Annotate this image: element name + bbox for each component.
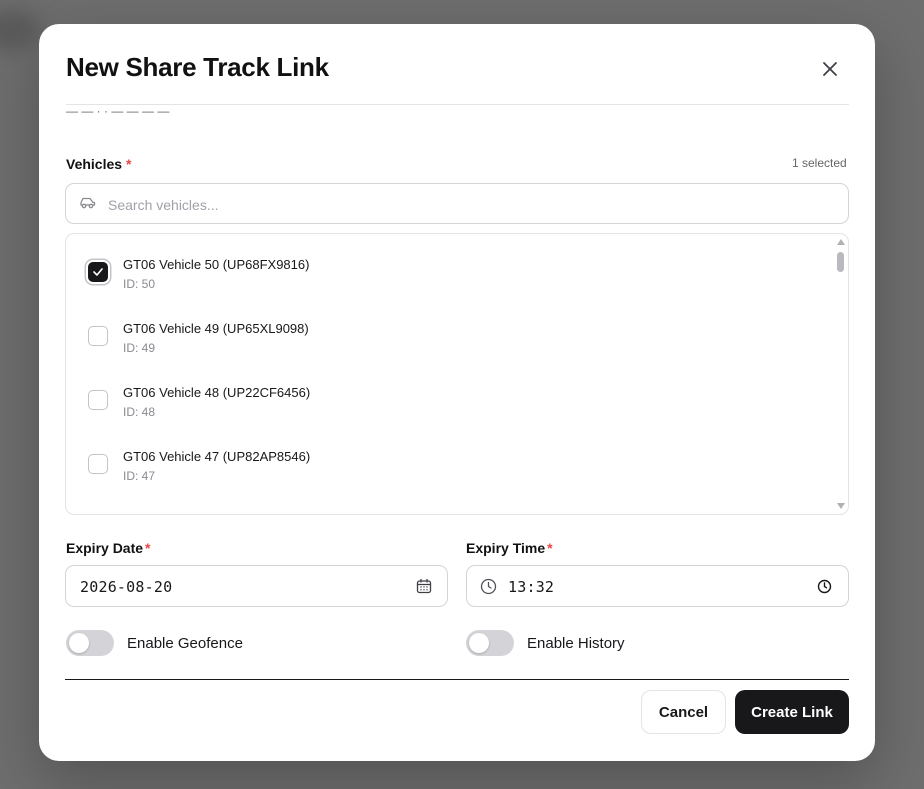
vehicle-id: ID: 47	[123, 469, 156, 483]
cancel-button[interactable]: Cancel	[641, 690, 726, 734]
vehicles-label-text: Vehicles	[66, 156, 123, 172]
required-mark: *	[126, 156, 132, 172]
scroll-down-arrow[interactable]	[837, 503, 845, 509]
vehicle-search-input[interactable]	[106, 184, 840, 225]
dialog-title: New Share Track Link	[66, 52, 329, 82]
toggle-knob	[469, 633, 489, 653]
vehicle-id: ID: 50	[123, 277, 156, 291]
vehicle-checkbox[interactable]	[88, 390, 108, 410]
vehicle-name: GT06 Vehicle 48 (UP22CF6456)	[123, 385, 311, 400]
expiry-time-label-text: Expiry Time	[466, 540, 546, 556]
close-icon	[823, 62, 837, 76]
clock-icon	[480, 578, 497, 600]
expiry-date-label: Expiry Date *	[66, 540, 151, 556]
backdrop-shadow	[0, 10, 40, 50]
vehicle-list-scrollbar[interactable]	[834, 234, 848, 514]
expiry-time-value: 13:32	[508, 578, 555, 596]
expiry-time-label: Expiry Time *	[466, 540, 553, 556]
vehicle-item-49[interactable]: GT06 Vehicle 49 (UP65XL9098) ID: 49	[66, 304, 834, 368]
expiry-date-label-text: Expiry Date	[66, 540, 144, 556]
geofence-label: Enable Geofence	[127, 635, 243, 652]
vehicle-checkbox[interactable]	[88, 326, 108, 346]
expiry-date-field[interactable]: 2026-08-20	[65, 565, 448, 607]
toggle-knob	[69, 633, 89, 653]
vehicle-checkbox[interactable]	[88, 262, 108, 282]
vehicle-list[interactable]: GT06 Vehicle 50 (UP68FX9816) ID: 50 GT06…	[65, 233, 849, 515]
scrolled-text-fragment: — — · · — — — —	[66, 110, 170, 118]
car-icon	[79, 196, 96, 215]
scroll-thumb[interactable]	[837, 252, 844, 272]
footer-divider	[65, 679, 849, 680]
vehicle-item-50[interactable]: GT06 Vehicle 50 (UP68FX9816) ID: 50	[66, 240, 834, 304]
vehicle-name: GT06 Vehicle 50 (UP68FX9816)	[123, 257, 310, 272]
vehicle-id: ID: 48	[123, 405, 156, 419]
close-button[interactable]	[817, 56, 843, 82]
header-divider	[66, 104, 849, 105]
vehicle-item-48[interactable]: GT06 Vehicle 48 (UP22CF6456) ID: 48	[66, 368, 834, 432]
expiry-time-field[interactable]: 13:32	[466, 565, 849, 607]
required-mark: *	[547, 540, 553, 556]
geofence-toggle[interactable]	[66, 630, 114, 656]
vehicle-name: GT06 Vehicle 49 (UP65XL9098)	[123, 321, 309, 336]
vehicles-label: Vehicles *	[66, 156, 132, 172]
calendar-icon[interactable]	[416, 578, 432, 599]
selected-count: 1 selected	[792, 156, 847, 170]
vehicle-checkbox[interactable]	[88, 454, 108, 474]
history-label: Enable History	[527, 635, 625, 652]
history-toggle[interactable]	[466, 630, 514, 656]
scroll-up-arrow[interactable]	[837, 239, 845, 245]
check-icon	[93, 268, 103, 276]
vehicle-name: GT06 Vehicle 47 (UP82AP8546)	[123, 449, 311, 464]
share-link-dialog: New Share Track Link — — · · — — — — Veh…	[39, 24, 875, 761]
expiry-date-value: 2026-08-20	[80, 578, 173, 596]
time-picker-clock-icon[interactable]	[817, 579, 832, 599]
required-mark: *	[145, 540, 151, 556]
vehicle-id: ID: 49	[123, 341, 156, 355]
create-link-button[interactable]: Create Link	[735, 690, 849, 734]
vehicle-search-box[interactable]	[65, 183, 849, 225]
vehicle-item-47[interactable]: GT06 Vehicle 47 (UP82AP8546) ID: 47	[66, 432, 834, 496]
